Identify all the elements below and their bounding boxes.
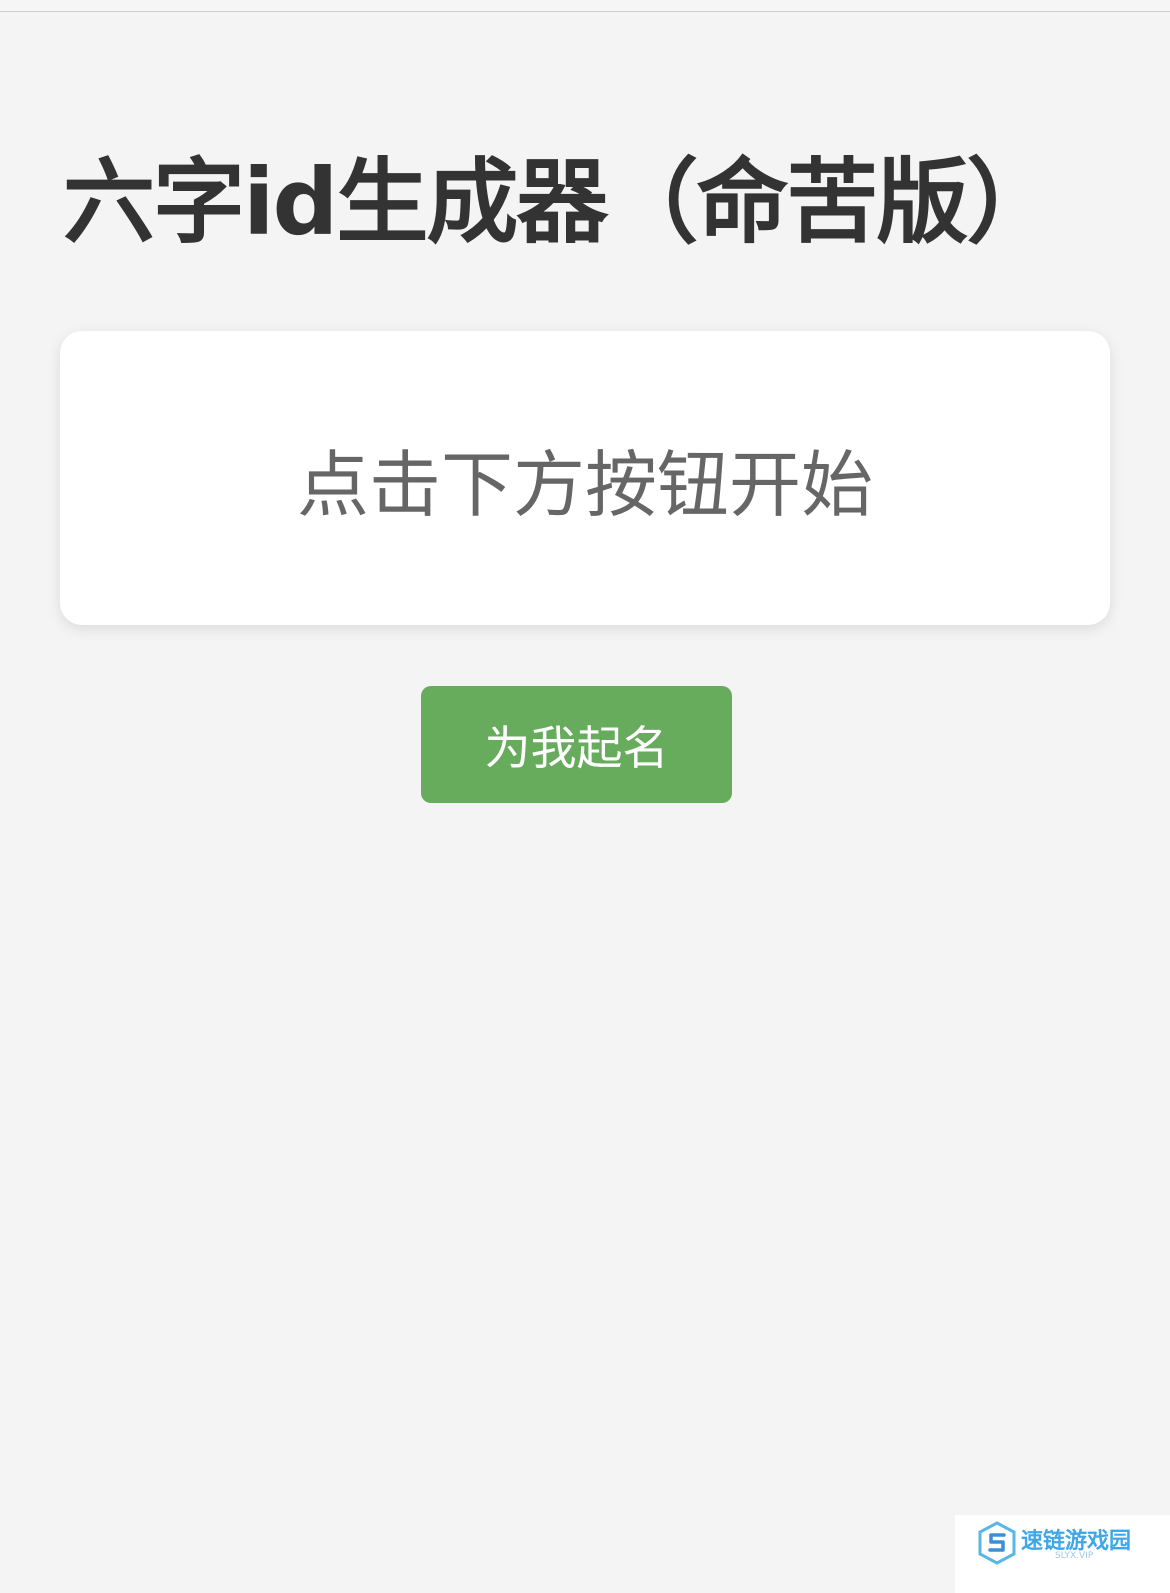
top-divider <box>0 0 1170 12</box>
watermark: 速链游戏园 SLYX.VIP <box>955 1515 1170 1593</box>
brand-logo-icon <box>978 1521 1016 1565</box>
result-text: 点击下方按钮开始 <box>296 442 873 527</box>
watermark-sub: SLYX.VIP <box>1055 1551 1094 1561</box>
generate-name-button[interactable]: 为我起名 <box>421 686 732 803</box>
page-title: 六字id生成器（命苦版） <box>63 149 1058 256</box>
result-card: 点击下方按钮开始 <box>60 331 1110 625</box>
